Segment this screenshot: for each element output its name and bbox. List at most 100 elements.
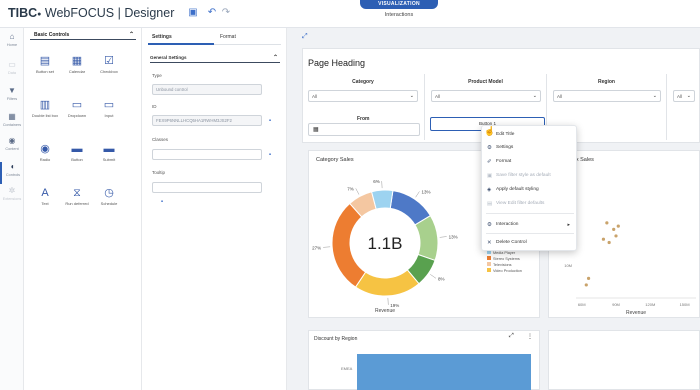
- control-label: Text: [41, 201, 49, 206]
- from-date-input[interactable]: ▦: [308, 123, 420, 136]
- id-label: ID: [152, 104, 157, 109]
- scatter-point[interactable]: [616, 224, 620, 228]
- menu-separator: [486, 213, 574, 214]
- tab-settings[interactable]: Settings: [152, 34, 172, 40]
- menu-item-settings[interactable]: ⚙ Settings: [482, 143, 578, 153]
- more-options-icon[interactable]: ⋮: [527, 333, 533, 340]
- page-heading[interactable]: Page Heading: [308, 58, 365, 68]
- filter-select[interactable]: All ⌄: [308, 90, 418, 102]
- menu-item-format[interactable]: ✐ Format: [482, 157, 578, 167]
- chevron-up-icon[interactable]: ⌃: [273, 53, 278, 63]
- data-icon[interactable]: ▭: [0, 60, 24, 70]
- nav-label: Data: [7, 71, 17, 75]
- nav-item-data[interactable]: ▭ Data: [0, 60, 24, 82]
- category-sales-title: Category Sales: [316, 157, 354, 163]
- nav-item-containers[interactable]: ▦ Containers: [0, 112, 24, 134]
- interactions-label[interactable]: Interactions: [340, 12, 458, 18]
- chevron-down-icon[interactable]: ⌄: [410, 91, 414, 102]
- control-label: Double list box: [31, 113, 59, 118]
- control-label: Input: [104, 113, 114, 118]
- chevron-right-icon: ▸: [567, 222, 570, 228]
- brand-webfocus: WebFOCUS: [44, 6, 115, 20]
- scatter-point[interactable]: [605, 221, 609, 225]
- globe-icon[interactable]: ◉: [0, 136, 24, 146]
- legend-swatch: [487, 262, 491, 266]
- tooltip-label: Tooltip: [152, 170, 166, 175]
- containers-icon[interactable]: ▦: [0, 112, 24, 122]
- delete-icon: ✕: [487, 240, 492, 246]
- category-sales-xlabel: Revenue: [375, 308, 395, 314]
- x-tick-label: 150M: [680, 302, 690, 307]
- filter-select[interactable]: All ⌄: [673, 90, 695, 102]
- nav-item-content[interactable]: ◉ Content: [0, 136, 24, 158]
- basic-controls-header[interactable]: Basic Controls ⌃: [30, 30, 136, 40]
- scatter-point[interactable]: [601, 237, 606, 241]
- dropdown-icon: ▭: [71, 99, 83, 111]
- nav-item-extensions[interactable]: ✲ Extensions: [0, 186, 24, 208]
- chevron-down-icon[interactable]: ⌄: [533, 91, 537, 102]
- control-run-deferred[interactable]: ⧖ Run deferred: [62, 182, 92, 222]
- undo-icon[interactable]: ↶: [206, 7, 218, 19]
- tooltip-edit-icon[interactable]: ▪: [158, 198, 166, 206]
- menu-item-edit-title[interactable]: ✎ Edit Title: [482, 130, 578, 140]
- chevron-down-icon[interactable]: ⌄: [653, 91, 657, 102]
- submit-icon: ▬: [103, 143, 115, 155]
- visualization-mode-pill[interactable]: VISUALIZATION: [360, 0, 438, 9]
- control-schedule[interactable]: ◷ Schedule: [94, 182, 124, 222]
- control-label: Run deferred: [65, 201, 89, 206]
- control-button[interactable]: ▬ Button: [62, 138, 92, 178]
- nav-item-home[interactable]: ⌂ Home: [0, 32, 24, 54]
- control-dropdown[interactable]: ▭ Dropdown: [62, 94, 92, 134]
- pointer-cursor-icon: ☝: [484, 126, 496, 136]
- tab-format[interactable]: Format: [220, 34, 236, 40]
- control-calendar[interactable]: ▦ Calendar: [62, 50, 92, 90]
- calendar-icon[interactable]: ▦: [313, 126, 319, 133]
- control-radio[interactable]: ◉ Radio: [30, 138, 60, 178]
- redo-icon[interactable]: ↷: [220, 7, 232, 19]
- nav-item-controls[interactable]: ◐ Controls: [0, 162, 24, 184]
- control-submit[interactable]: ▬ Submit: [94, 138, 124, 178]
- control-input[interactable]: ▭ Input: [94, 94, 124, 134]
- button-icon: ▬: [71, 143, 83, 155]
- filter-column: All ⌄: [666, 74, 700, 140]
- save-icon[interactable]: ▣: [187, 7, 199, 19]
- format-icon: ✐: [487, 159, 492, 165]
- scatter-point[interactable]: [584, 283, 588, 287]
- filter-select[interactable]: All ⌄: [431, 90, 541, 102]
- chevron-down-icon[interactable]: ⌄: [687, 91, 691, 102]
- chevron-up-icon[interactable]: ⌃: [129, 30, 134, 40]
- control-button-set[interactable]: ▤ Button set: [30, 50, 60, 90]
- classes-edit-icon[interactable]: ▪: [266, 151, 274, 159]
- expand-icon[interactable]: ⤢: [509, 333, 514, 340]
- basic-controls-panel: Basic Controls ⌃ ▤ Button set ▦ Calendar ☑ Che…: [24, 28, 142, 390]
- x-tick-label: 90M: [612, 302, 620, 307]
- control-checkbox[interactable]: ☑ Checkbox: [94, 50, 124, 90]
- filter-value: All: [312, 94, 318, 99]
- nav-item-filters[interactable]: ▼ Filters: [0, 86, 24, 108]
- filter-select[interactable]: All ⌄: [553, 90, 661, 102]
- tooltip-input[interactable]: [152, 182, 262, 193]
- control-text[interactable]: A Text: [30, 182, 60, 222]
- home-icon[interactable]: ⌂: [0, 32, 24, 42]
- controls-icon[interactable]: ◐: [2, 162, 24, 172]
- pin-icon[interactable]: ⤢: [302, 33, 308, 41]
- pie-slice[interactable]: [414, 214, 439, 262]
- double-list-box-icon: ▥: [39, 99, 51, 111]
- menu-separator: [486, 233, 574, 234]
- scatter-point[interactable]: [612, 227, 616, 231]
- scatter-point[interactable]: [586, 276, 591, 280]
- menu-item-delete-control[interactable]: ✕ Delete Control: [482, 238, 578, 248]
- extensions-icon[interactable]: ✲: [0, 186, 24, 196]
- control-double-list-box[interactable]: ▥ Double list box: [30, 94, 60, 134]
- classes-input[interactable]: [152, 149, 262, 160]
- menu-item-interaction[interactable]: ⚙ Interaction ▸: [482, 220, 578, 230]
- scatter-point[interactable]: [614, 234, 618, 238]
- general-settings-header[interactable]: General Settings ⌃: [150, 53, 280, 63]
- pie-slice[interactable]: [354, 269, 420, 297]
- left-nav: ⌂ Home ▭ Data ▼ Filters ▦ Containers ◉ Content ◐ Co…: [0, 28, 24, 390]
- menu-item-apply-default-styling[interactable]: ◈ Apply default styling: [482, 185, 578, 195]
- filter-icon[interactable]: ▼: [0, 86, 24, 96]
- scatter-point[interactable]: [607, 240, 611, 245]
- copy-id-icon[interactable]: ▪: [266, 117, 274, 125]
- nav-label: Containers: [2, 123, 22, 127]
